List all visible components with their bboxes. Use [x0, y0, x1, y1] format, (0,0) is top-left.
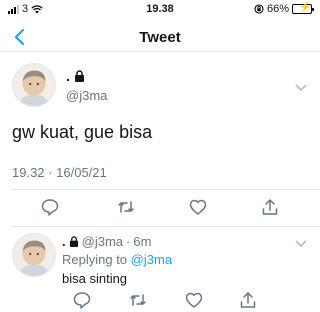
display-name: . [66, 68, 70, 84]
reply-text: bisa sinting [62, 271, 128, 286]
timestamp-separator: · [48, 165, 53, 180]
replying-to: Replying to @j3ma [62, 252, 172, 267]
retweet-icon[interactable] [128, 290, 148, 310]
header-separator: · [126, 234, 131, 249]
battery-icon: ⚡ [292, 2, 314, 14]
tweet-date: 16/05/21 [56, 165, 107, 180]
display-name-row: . [66, 68, 85, 84]
avatar[interactable] [12, 233, 56, 277]
tweet-text: gw kuat, gue bisa [12, 122, 153, 142]
heart-icon[interactable] [188, 197, 208, 217]
replying-to-link[interactable]: @j3ma [131, 252, 172, 267]
lock-icon [69, 236, 78, 247]
charging-icon: ⚡ [299, 2, 312, 13]
comment-icon[interactable] [40, 197, 60, 217]
battery-percent: 66% [266, 3, 289, 15]
tweet-timestamp: 19.32 · 16/05/21 [12, 165, 107, 180]
tweet-actions [0, 197, 320, 219]
display-name: . [62, 234, 66, 249]
avatar[interactable] [12, 63, 56, 107]
user-handle[interactable]: @j3ma [82, 234, 123, 249]
chevron-down-icon[interactable] [294, 82, 308, 92]
tweet-time: 19.32 [12, 165, 45, 180]
rotation-lock-icon [254, 4, 264, 14]
chevron-down-icon[interactable] [294, 238, 308, 248]
battery-group: 66% ⚡ [254, 2, 314, 15]
lock-icon [74, 70, 84, 82]
retweet-icon[interactable] [116, 197, 136, 217]
user-handle[interactable]: @j3ma [66, 88, 107, 103]
replying-to-label: Replying to [62, 252, 128, 267]
page-title: Tweet [139, 29, 181, 46]
status-bar: 3 19.38 66% ⚡ [0, 0, 320, 20]
heart-icon[interactable] [184, 290, 204, 310]
nav-bar: Tweet [0, 22, 320, 52]
divider [12, 226, 320, 227]
divider [12, 189, 320, 190]
comment-icon[interactable] [72, 290, 92, 310]
share-icon[interactable] [238, 290, 258, 310]
reply-actions [0, 290, 320, 312]
reply-age: 6m [133, 234, 152, 249]
share-icon[interactable] [260, 197, 280, 217]
reply-header: . @j3ma · 6m [62, 234, 151, 249]
